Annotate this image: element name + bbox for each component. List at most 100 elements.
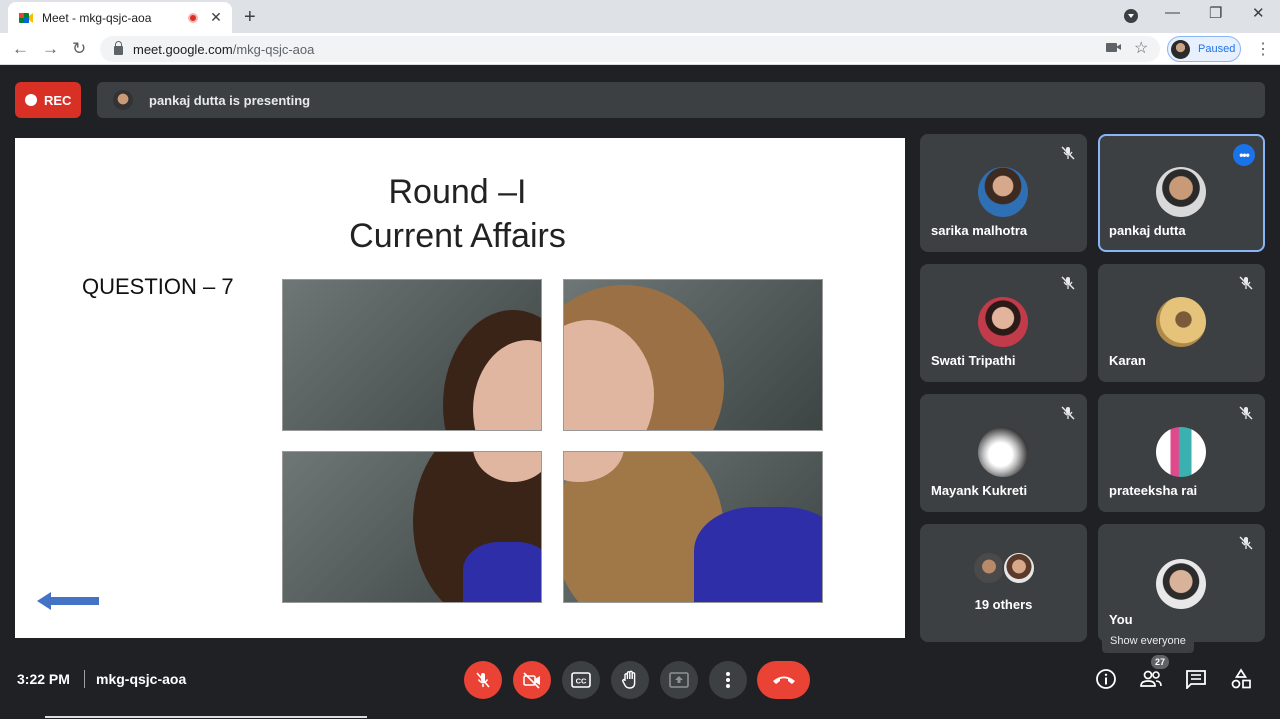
profile-status: Paused: [1198, 43, 1236, 55]
avatar: [1171, 39, 1190, 59]
avatar: [978, 427, 1028, 477]
participant-name: You: [1109, 612, 1133, 627]
avatar: [1156, 297, 1206, 347]
tab-search-icon[interactable]: [1124, 9, 1138, 23]
puzzle-photo-top-right: [563, 279, 823, 431]
shared-presentation: Round –I Current Affairs QUESTION – 7: [15, 138, 905, 638]
activities-shapes-icon: [1231, 668, 1251, 689]
present-now-button[interactable]: [660, 661, 698, 699]
participant-tile[interactable]: Karan: [1098, 264, 1265, 382]
meeting-time: 3:22 PM: [17, 671, 70, 687]
mic-muted-icon: [1061, 406, 1075, 420]
mic-muted-icon: [1239, 536, 1253, 550]
participant-name: sarika malhotra: [931, 223, 1028, 238]
meet-favicon-icon: [19, 12, 33, 23]
presenting-text: pankaj dutta is presenting: [149, 92, 311, 108]
scrollbar: [45, 716, 367, 718]
browser-tab[interactable]: Meet - mkg-qsjc-aoa ✕: [8, 2, 232, 33]
mic-off-icon: [476, 672, 490, 688]
maximize-button[interactable]: ❐: [1209, 4, 1222, 22]
participant-name: prateeksha rai: [1109, 483, 1198, 498]
others-tile[interactable]: 19 others: [920, 524, 1087, 642]
avatar: [1156, 559, 1206, 609]
mic-muted-icon: [1239, 276, 1253, 290]
chat-icon: [1186, 670, 1206, 689]
hang-up-icon: [772, 676, 795, 684]
participant-count-badge: 27: [1151, 655, 1169, 669]
more-vert-icon: [726, 672, 730, 688]
slide-question: QUESTION – 7: [82, 274, 234, 299]
reload-button[interactable]: ↻: [72, 39, 86, 59]
close-tab-icon[interactable]: ✕: [208, 9, 224, 26]
activities-button[interactable]: [1229, 667, 1253, 691]
others-avatars: [972, 551, 1038, 587]
participant-tile[interactable]: sarika malhotra: [920, 134, 1087, 252]
browser-toolbar: ← → ↻ meet.google.com/mkg-qsjc-aoa ☆ Pau…: [0, 33, 1280, 65]
avatar: [978, 297, 1028, 347]
camera-off-icon: [523, 672, 540, 689]
avatar: [978, 167, 1028, 217]
profile-button[interactable]: Paused: [1167, 36, 1241, 62]
bookmark-star-icon[interactable]: ☆: [1134, 38, 1148, 58]
presenter-avatar: [113, 90, 133, 110]
participant-name: pankaj dutta: [1109, 223, 1186, 238]
puzzle-photo-bottom-right: [563, 451, 823, 603]
self-tile[interactable]: You: [1098, 524, 1265, 642]
show-everyone-tooltip: Show everyone: [1102, 631, 1194, 653]
puzzle-photo-bottom-left: [282, 451, 542, 603]
participant-tile-active[interactable]: ••• pankaj dutta: [1098, 134, 1265, 252]
captions-button[interactable]: CC: [562, 661, 600, 699]
info-icon: [1096, 669, 1116, 689]
participant-name: Karan: [1109, 353, 1146, 368]
leave-call-button[interactable]: [757, 661, 810, 699]
participant-tile[interactable]: Mayank Kukreti: [920, 394, 1087, 512]
url-path: /mkg-qsjc-aoa: [232, 41, 315, 57]
recording-badge[interactable]: REC: [15, 82, 81, 118]
mic-muted-icon: [1061, 146, 1075, 160]
back-arrow-icon: [37, 592, 99, 610]
hand-icon: [622, 670, 636, 689]
close-window-button[interactable]: ✕: [1252, 4, 1265, 22]
minimize-button[interactable]: —: [1165, 4, 1180, 21]
slide-title: Round –I Current Affairs: [15, 170, 900, 258]
browser-menu-icon[interactable]: ⋮: [1255, 39, 1271, 59]
mic-muted-icon: [1239, 406, 1253, 420]
participant-tile[interactable]: prateeksha rai: [1098, 394, 1265, 512]
participant-name: Mayank Kukreti: [931, 483, 1028, 498]
url-host: meet.google.com: [133, 41, 233, 57]
raise-hand-button[interactable]: [611, 661, 649, 699]
divider: [84, 670, 85, 688]
avatar: [1156, 427, 1206, 477]
present-screen-icon: [669, 672, 689, 688]
toggle-mic-button[interactable]: [464, 661, 502, 699]
new-tab-button[interactable]: +: [244, 6, 256, 29]
people-icon: [1140, 670, 1162, 687]
address-bar[interactable]: meet.google.com/mkg-qsjc-aoa: [100, 36, 1160, 62]
svg-text:CC: CC: [576, 677, 587, 686]
meeting-code: mkg-qsjc-aoa: [96, 671, 187, 687]
avatar: [1156, 167, 1206, 217]
forward-button[interactable]: →: [42, 39, 59, 59]
chat-button[interactable]: [1184, 667, 1208, 691]
slide-title-line2: Current Affairs: [349, 217, 566, 255]
record-dot-icon: [25, 94, 37, 106]
rec-label: REC: [44, 92, 72, 108]
slide-title-line1: Round –I: [388, 173, 527, 211]
browser-tab-strip: Meet - mkg-qsjc-aoa ✕ + — ❐ ✕: [0, 0, 1280, 33]
puzzle-photo-top-left: [282, 279, 542, 431]
camera-in-use-icon[interactable]: [1106, 43, 1121, 52]
toggle-camera-button[interactable]: [513, 661, 551, 699]
mic-muted-icon: [1061, 276, 1075, 290]
recording-indicator-icon: [188, 12, 198, 23]
meeting-details-button[interactable]: [1094, 667, 1118, 691]
participant-name: Swati Tripathi: [931, 353, 1016, 368]
participant-tile[interactable]: Swati Tripathi: [920, 264, 1087, 382]
others-count-label: 19 others: [974, 597, 1033, 612]
more-options-button[interactable]: •••: [1233, 144, 1255, 166]
tab-title: Meet - mkg-qsjc-aoa: [42, 10, 152, 25]
presenting-banner: pankaj dutta is presenting: [97, 82, 1265, 118]
show-everyone-button[interactable]: [1139, 667, 1163, 691]
captions-icon: CC: [571, 672, 591, 688]
back-button[interactable]: ←: [12, 39, 29, 59]
more-options-button[interactable]: [709, 661, 747, 699]
